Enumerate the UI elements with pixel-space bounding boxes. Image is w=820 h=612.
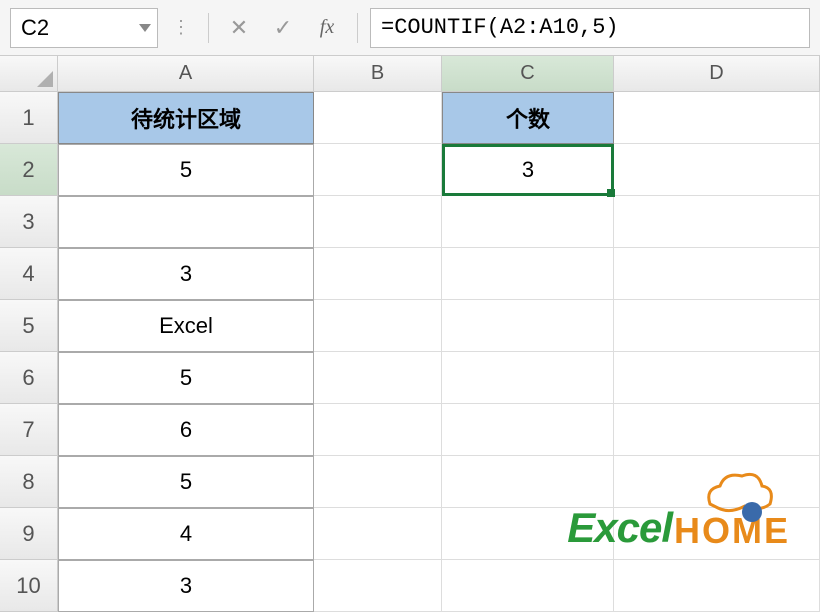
- row-header-3[interactable]: 3: [0, 196, 58, 248]
- cell-A10[interactable]: 3: [58, 560, 314, 612]
- cell-C10[interactable]: [442, 560, 614, 612]
- column-headers: A B C D: [0, 56, 820, 92]
- cell-D7[interactable]: [614, 404, 820, 456]
- row-6: 6 5: [0, 352, 820, 404]
- cell-D10[interactable]: [614, 560, 820, 612]
- formula-value: =COUNTIF(A2:A10,5): [381, 15, 619, 40]
- cell-C5[interactable]: [442, 300, 614, 352]
- formula-bar: C2 ⋮ ✕ ✓ fx =COUNTIF(A2:A10,5): [0, 0, 820, 56]
- cell-C4[interactable]: [442, 248, 614, 300]
- cell-B6[interactable]: [314, 352, 442, 404]
- divider: [357, 13, 358, 43]
- grid-rows: 1 待统计区域 个数 2 5 3 3 4 3 5: [0, 92, 820, 612]
- cell-D6[interactable]: [614, 352, 820, 404]
- expand-dots-icon[interactable]: ⋮: [166, 17, 196, 38]
- cell-C8[interactable]: [442, 456, 614, 508]
- row-5: 5 Excel: [0, 300, 820, 352]
- row-header-2[interactable]: 2: [0, 144, 58, 196]
- cell-B3[interactable]: [314, 196, 442, 248]
- row-8: 8 5: [0, 456, 820, 508]
- cell-B4[interactable]: [314, 248, 442, 300]
- cell-B1[interactable]: [314, 92, 442, 144]
- cell-B8[interactable]: [314, 456, 442, 508]
- cell-B2[interactable]: [314, 144, 442, 196]
- row-2: 2 5 3: [0, 144, 820, 196]
- cell-C2[interactable]: 3: [442, 144, 614, 196]
- cell-D3[interactable]: [614, 196, 820, 248]
- cell-D4[interactable]: [614, 248, 820, 300]
- cell-C7[interactable]: [442, 404, 614, 456]
- cell-A9[interactable]: 4: [58, 508, 314, 560]
- formula-input[interactable]: =COUNTIF(A2:A10,5): [370, 8, 810, 48]
- spreadsheet-grid: A B C D 1 待统计区域 个数 2 5 3 3 4 3: [0, 56, 820, 612]
- row-header-10[interactable]: 10: [0, 560, 58, 612]
- cell-B9[interactable]: [314, 508, 442, 560]
- row-1: 1 待统计区域 个数: [0, 92, 820, 144]
- cell-D8[interactable]: [614, 456, 820, 508]
- cell-C1[interactable]: 个数: [442, 92, 614, 144]
- cell-A4[interactable]: 3: [58, 248, 314, 300]
- column-header-D[interactable]: D: [614, 56, 820, 92]
- cell-A8[interactable]: 5: [58, 456, 314, 508]
- cell-D5[interactable]: [614, 300, 820, 352]
- cell-A6[interactable]: 5: [58, 352, 314, 404]
- row-header-6[interactable]: 6: [0, 352, 58, 404]
- row-header-1[interactable]: 1: [0, 92, 58, 144]
- dropdown-icon[interactable]: [139, 24, 151, 32]
- cell-C3[interactable]: [442, 196, 614, 248]
- divider: [208, 13, 209, 43]
- cell-A2[interactable]: 5: [58, 144, 314, 196]
- row-3: 3: [0, 196, 820, 248]
- column-header-B[interactable]: B: [314, 56, 442, 92]
- name-box[interactable]: C2: [10, 8, 158, 48]
- cancel-icon[interactable]: ✕: [221, 10, 257, 46]
- fx-icon[interactable]: fx: [309, 10, 345, 46]
- row-7: 7 6: [0, 404, 820, 456]
- row-header-7[interactable]: 7: [0, 404, 58, 456]
- cell-D1[interactable]: [614, 92, 820, 144]
- row-header-8[interactable]: 8: [0, 456, 58, 508]
- row-header-5[interactable]: 5: [0, 300, 58, 352]
- column-header-C[interactable]: C: [442, 56, 614, 92]
- name-box-value: C2: [21, 15, 49, 41]
- cell-B10[interactable]: [314, 560, 442, 612]
- cell-A5[interactable]: Excel: [58, 300, 314, 352]
- enter-icon[interactable]: ✓: [265, 10, 301, 46]
- cell-D2[interactable]: [614, 144, 820, 196]
- cell-A7[interactable]: 6: [58, 404, 314, 456]
- column-header-A[interactable]: A: [58, 56, 314, 92]
- row-9: 9 4: [0, 508, 820, 560]
- cell-D9[interactable]: [614, 508, 820, 560]
- cell-B7[interactable]: [314, 404, 442, 456]
- cell-A1[interactable]: 待统计区域: [58, 92, 314, 144]
- row-4: 4 3: [0, 248, 820, 300]
- cell-A3[interactable]: [58, 196, 314, 248]
- select-all-corner[interactable]: [0, 56, 58, 92]
- cell-C6[interactable]: [442, 352, 614, 404]
- row-header-9[interactable]: 9: [0, 508, 58, 560]
- row-header-4[interactable]: 4: [0, 248, 58, 300]
- cell-C9[interactable]: [442, 508, 614, 560]
- row-10: 10 3: [0, 560, 820, 612]
- cell-B5[interactable]: [314, 300, 442, 352]
